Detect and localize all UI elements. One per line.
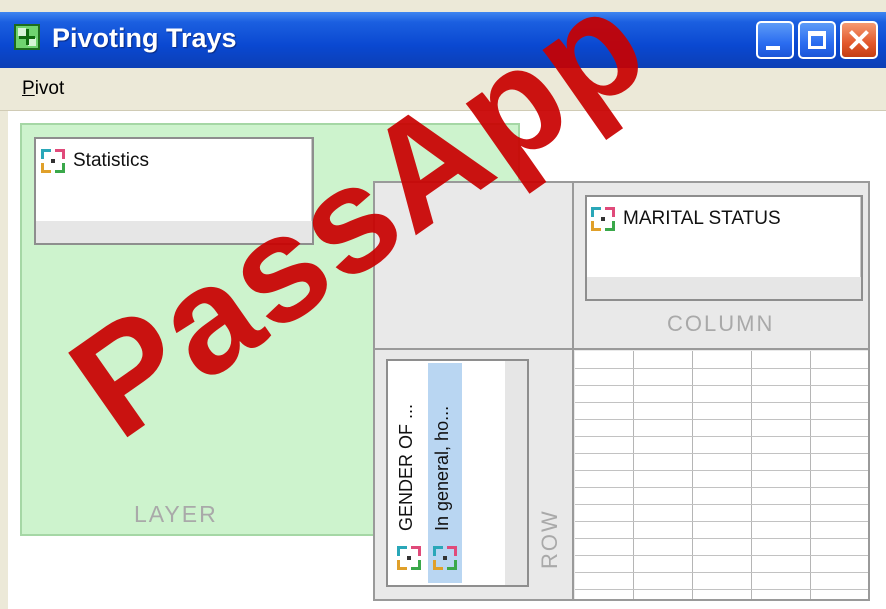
grid-line: [575, 419, 868, 420]
column-item-label: MARITAL STATUS: [623, 208, 781, 229]
maximize-icon: [808, 31, 826, 49]
grid-line: [575, 470, 868, 471]
layer-item-statistics[interactable]: Statistics: [41, 149, 149, 173]
row-tray[interactable]: GENDER OF ... In general, ho...: [386, 359, 529, 587]
grid-line: [575, 453, 868, 454]
row-item-label: In general, ho...: [432, 405, 452, 531]
column-tray-caption: COLUMN: [667, 311, 775, 336]
close-button[interactable]: [840, 21, 878, 59]
column-tray-strip: [587, 277, 861, 299]
menu-pivot[interactable]: Pivot: [22, 78, 64, 100]
grid-line: [575, 589, 868, 590]
grid-line: [575, 521, 868, 522]
layer-item-box: Statistics: [34, 137, 314, 245]
row-item-label: GENDER OF ...: [396, 403, 416, 531]
minimize-icon: [766, 46, 780, 50]
pivot-dimension-icon: [41, 149, 65, 173]
layer-item-box-strip: [36, 221, 312, 243]
grid-line: [575, 385, 868, 386]
layer-tray-caption: LAYER: [134, 501, 218, 527]
grid-line: [575, 572, 868, 573]
area-divider-vertical: [572, 183, 574, 599]
minimize-button[interactable]: [756, 21, 794, 59]
grid-line: [575, 555, 868, 556]
row-item-in-general[interactable]: In general, ho...: [428, 363, 462, 583]
grid-line: [575, 538, 868, 539]
grid-line: [575, 504, 868, 505]
grid-line: [751, 351, 752, 599]
column-tray[interactable]: MARITAL STATUS: [585, 195, 863, 301]
pivot-tray-icon: [14, 24, 40, 50]
maximize-button[interactable]: [798, 21, 836, 59]
area-divider-horizontal: [375, 348, 868, 350]
grid-line: [692, 351, 693, 599]
grid-line: [575, 436, 868, 437]
title-bar[interactable]: Pivoting Trays: [0, 12, 886, 68]
row-tray-caption: ROW: [537, 509, 562, 569]
pivot-dimension-icon: [397, 546, 421, 570]
column-item-marital-status[interactable]: MARITAL STATUS: [591, 207, 781, 231]
pivoting-trays-window: Pivoting Trays Pivot Statistics LAYER MA…: [0, 0, 886, 609]
grid-line: [575, 487, 868, 488]
pivot-table-area: MARITAL STATUS COLUMN GENDER OF ... In g…: [373, 181, 870, 601]
layer-item-label: Statistics: [73, 150, 150, 171]
grid-line: [633, 351, 634, 599]
row-item-gender[interactable]: GENDER OF ...: [392, 363, 426, 583]
row-tray-strip: [505, 361, 527, 585]
window-title: Pivoting Trays: [52, 23, 237, 53]
grid-line: [575, 402, 868, 403]
pivot-dimension-icon: [591, 207, 615, 231]
grid-line: [810, 351, 811, 599]
menu-bar: Pivot: [0, 68, 886, 111]
pivot-dimension-icon: [433, 546, 457, 570]
grid-line: [575, 368, 868, 369]
pivot-trays-content: Statistics LAYER MARITAL STATUS COLUMN G…: [8, 111, 886, 609]
data-cells-grid: [575, 351, 868, 599]
